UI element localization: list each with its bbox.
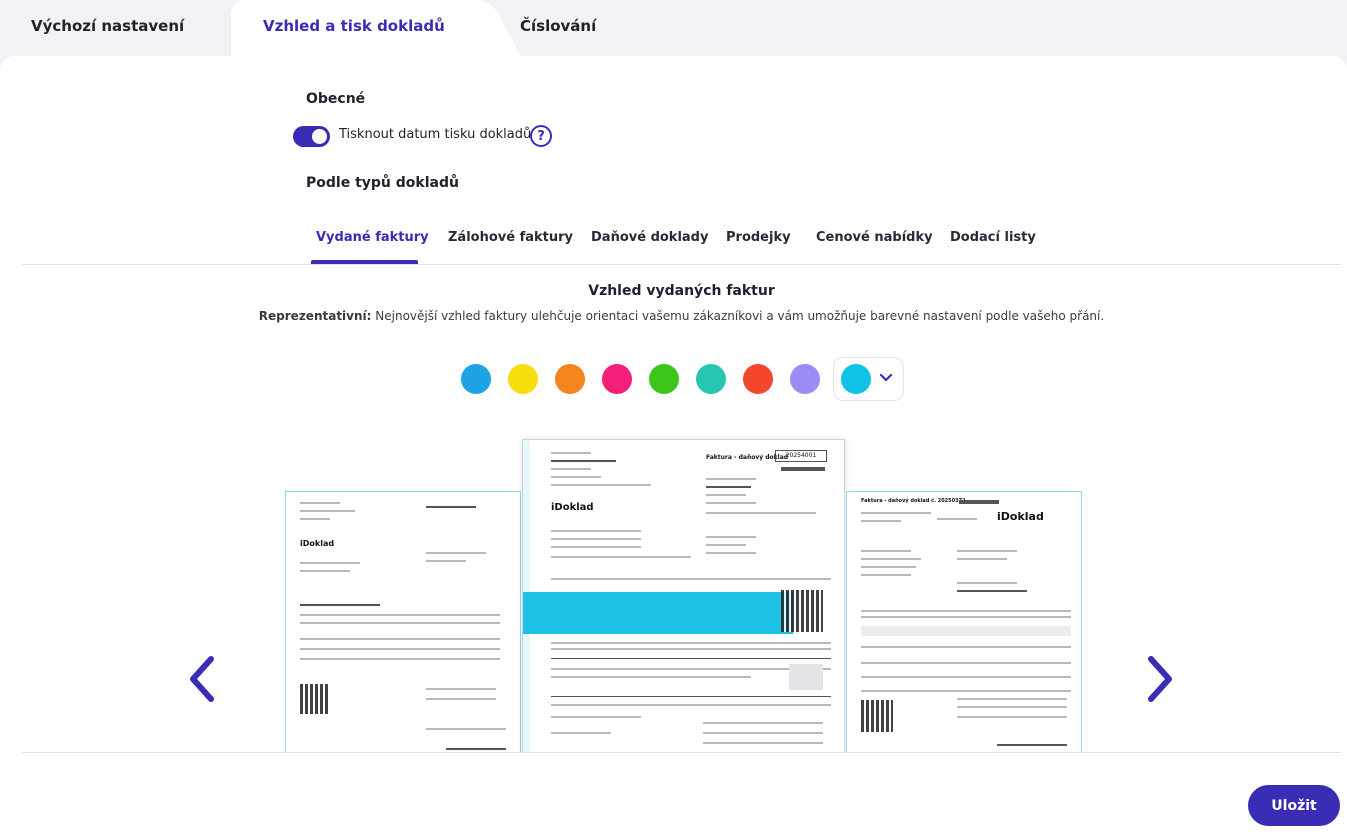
invoice-number: 20254001 bbox=[775, 450, 827, 462]
custom-color-dropdown[interactable] bbox=[833, 357, 904, 401]
tab-tax-documents[interactable]: Daňové doklady bbox=[591, 230, 708, 245]
by-type-section-title: Podle typů dokladů bbox=[306, 175, 459, 191]
invoice-right-logo: iDoklad bbox=[997, 510, 1044, 523]
tab-numbering[interactable]: Číslování bbox=[520, 17, 596, 35]
invoice-preview-right[interactable]: Faktura - daňový doklad č. 20250372 iDok… bbox=[846, 491, 1082, 752]
invoice-preview-center[interactable]: Faktura - daňový doklad 20254001 iDoklad bbox=[522, 439, 845, 752]
tab-appearance-print[interactable]: Vzhled a tisk dokladů bbox=[263, 17, 445, 35]
help-icon[interactable]: ? bbox=[530, 125, 552, 147]
color-swatch-8[interactable] bbox=[790, 364, 820, 394]
invoice-right-title: Faktura - daňový doklad č. 20250372 bbox=[861, 498, 966, 504]
print-date-toggle[interactable] bbox=[293, 126, 330, 147]
general-section-title: Obecné bbox=[306, 91, 366, 107]
tab-price-quotes[interactable]: Cenové nabídky bbox=[816, 230, 933, 245]
tab-advance-invoices[interactable]: Zálohové faktury bbox=[448, 230, 573, 245]
invoice-center-logo: iDoklad bbox=[551, 502, 594, 513]
color-swatch-2[interactable] bbox=[508, 364, 538, 394]
color-swatch-6[interactable] bbox=[696, 364, 726, 394]
chevron-down-icon bbox=[879, 373, 893, 382]
color-swatch-1[interactable] bbox=[461, 364, 491, 394]
invoice-preview-left[interactable]: iDoklad bbox=[285, 491, 521, 752]
tab-default-settings[interactable]: Výchozí nastavení bbox=[31, 17, 184, 35]
desc-text: Nejnovější vzhled faktury ulehčuje orien… bbox=[371, 309, 1105, 323]
save-button[interactable]: Uložit bbox=[1248, 785, 1340, 826]
top-tabs: Výchozí nastavení Vzhled a tisk dokladů … bbox=[0, 0, 1347, 60]
print-date-label: Tisknout datum tisku dokladů bbox=[339, 127, 532, 142]
color-swatch-7[interactable] bbox=[743, 364, 773, 394]
color-swatch-5[interactable] bbox=[649, 364, 679, 394]
chevron-right-icon[interactable] bbox=[1145, 655, 1175, 703]
invoice-logo: iDoklad bbox=[300, 539, 335, 548]
color-swatch-3[interactable] bbox=[555, 364, 585, 394]
tab-issued-invoices[interactable]: Vydané faktury bbox=[316, 230, 429, 245]
appearance-heading: Vzhled vydaných faktur bbox=[588, 283, 775, 299]
desc-strong: Reprezentativní: bbox=[258, 309, 372, 323]
invoice-preview-carousel: iDoklad Faktura - daňový doklad 20254001… bbox=[22, 420, 1340, 753]
appearance-description: Reprezentativní: Nejnovější vzhled faktu… bbox=[0, 309, 1347, 323]
custom-color-swatch bbox=[841, 364, 871, 394]
toggle-knob bbox=[312, 129, 327, 144]
tab-delivery-notes[interactable]: Dodací listy bbox=[950, 230, 1036, 245]
color-swatch-4[interactable] bbox=[602, 364, 632, 394]
tab-receipts[interactable]: Prodejky bbox=[726, 230, 791, 245]
tabs-divider bbox=[22, 264, 1340, 265]
chevron-left-icon[interactable] bbox=[187, 655, 217, 703]
